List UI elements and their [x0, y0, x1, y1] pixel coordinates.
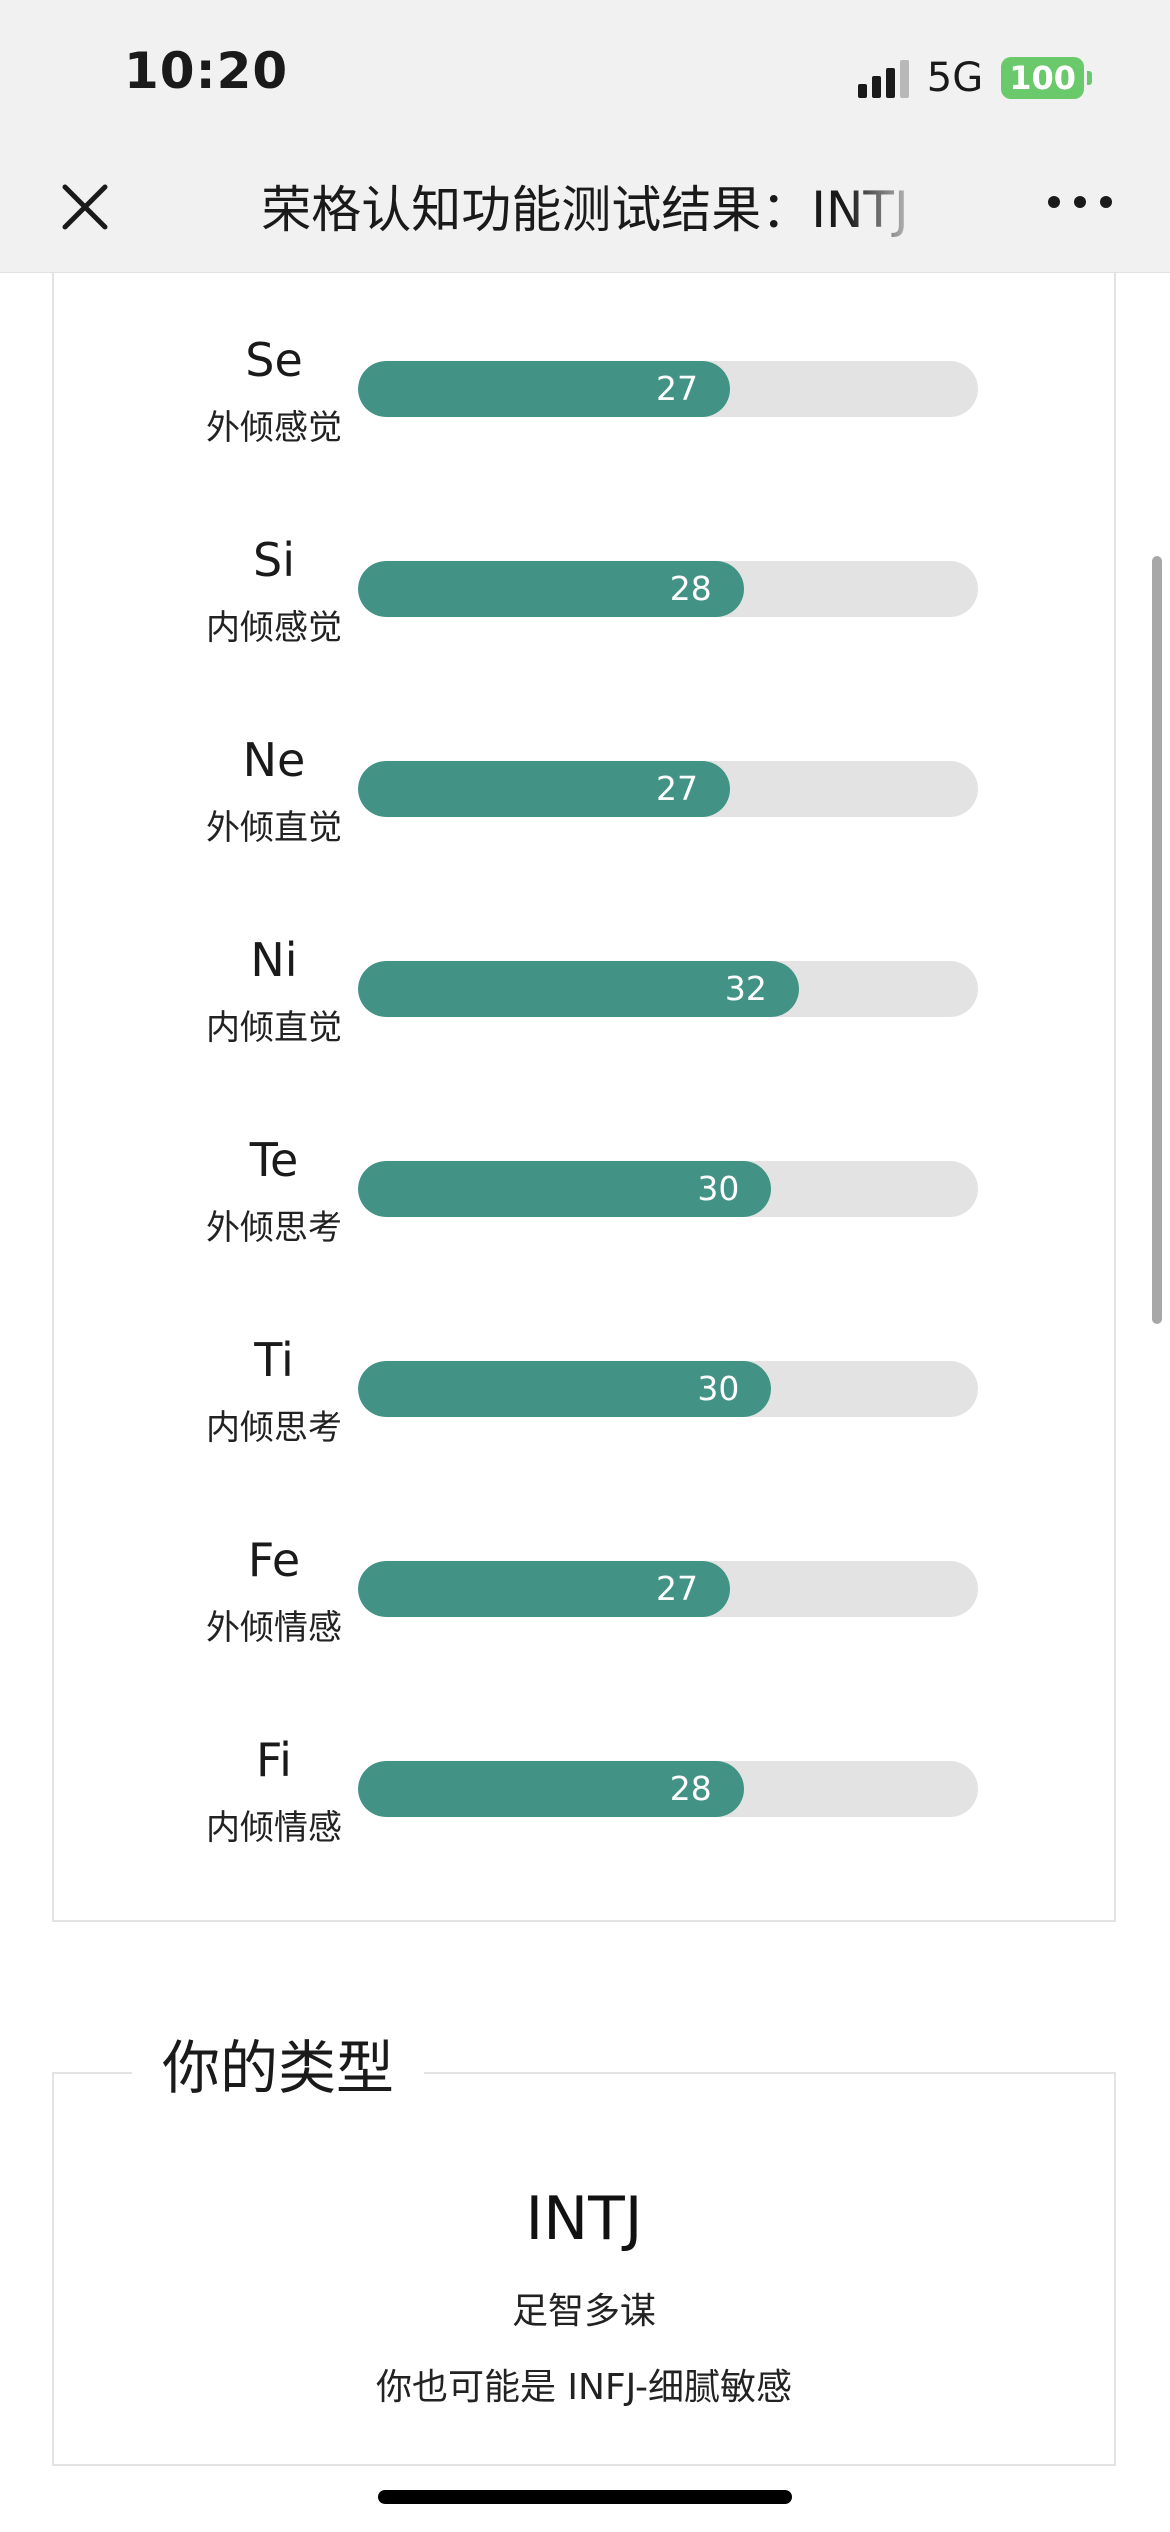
- function-name: 外倾感觉: [206, 408, 342, 448]
- page-title: 荣格认知功能测试结果：INTJ: [261, 181, 909, 239]
- score-value: 27: [656, 1569, 698, 1608]
- function-code: Ni: [250, 933, 298, 987]
- score-value: 32: [724, 969, 767, 1008]
- score-value: 28: [669, 1769, 712, 1808]
- score-bar-track: 30: [358, 1361, 978, 1417]
- function-code: Fi: [256, 1733, 292, 1787]
- function-code: Ne: [242, 733, 306, 787]
- signal-icon: [857, 58, 909, 98]
- battery-level: 100: [1001, 57, 1084, 99]
- score-row: Fe 外倾情感 27: [54, 1532, 1114, 1692]
- function-name: 内倾情感: [206, 1808, 342, 1848]
- battery-icon: 100: [1001, 57, 1092, 99]
- more-dot-icon: [1048, 196, 1060, 208]
- function-name: 内倾感觉: [206, 608, 342, 648]
- score-bar-fill: 28: [358, 561, 744, 617]
- score-bar-track: 27: [358, 1561, 978, 1617]
- score-bar-fill: 30: [358, 1161, 772, 1217]
- more-dot-icon: [1100, 196, 1112, 208]
- score-bar-track: 28: [358, 1761, 978, 1817]
- network-type: 5G: [926, 55, 984, 101]
- score-value: 28: [669, 569, 712, 608]
- score-value: 27: [656, 369, 698, 408]
- score-value: 27: [656, 769, 698, 808]
- function-code: Se: [245, 333, 303, 387]
- score-bar-track: 32: [358, 961, 978, 1017]
- status-indicators: 5G 100: [857, 54, 1092, 102]
- score-bar-track: 27: [358, 761, 978, 817]
- close-button[interactable]: [55, 177, 115, 237]
- type-card-title: 你的类型: [132, 2028, 425, 2108]
- type-alternative: 你也可能是 INFJ-细腻敏感: [375, 2367, 793, 2408]
- score-row: Se 外倾感觉 27: [54, 332, 1114, 492]
- scrollbar[interactable]: [1152, 556, 1162, 1324]
- type-code: INTJ: [525, 2184, 643, 2254]
- function-scores-card: Se 外倾感觉 27 Si 内倾感觉 28 Ne 外倾直觉 27 Ni 内倾直觉 32 Te 外倾思考 30…: [52, 250, 1116, 1922]
- more-dot-icon: [1074, 196, 1086, 208]
- score-bar-fill: 27: [358, 361, 730, 417]
- score-bar-track: 30: [358, 1161, 978, 1217]
- score-bar-track: 27: [358, 361, 978, 417]
- score-bar-fill: 27: [358, 1561, 730, 1617]
- score-row: Ti 内倾思考 30: [54, 1332, 1114, 1492]
- score-bar-fill: 30: [358, 1361, 772, 1417]
- score-row: Te 外倾思考 30: [54, 1132, 1114, 1292]
- header: 10:20 5G 100 荣格认知功能测试结果：INTJ: [0, 0, 1170, 273]
- score-row: Fi 内倾情感 28: [54, 1732, 1114, 1892]
- function-name: 外倾情感: [206, 1608, 342, 1648]
- function-code: Te: [249, 1133, 299, 1187]
- score-value: 30: [697, 1169, 740, 1208]
- score-value: 30: [697, 1369, 740, 1408]
- type-card: 你的类型 INTJ 足智多谋 你也可能是 INFJ-细腻敏感: [52, 2028, 1116, 2466]
- function-name: 内倾直觉: [206, 1008, 342, 1048]
- function-name: 内倾思考: [206, 1408, 342, 1448]
- score-bar-fill: 28: [358, 1761, 744, 1817]
- function-code: Fe: [247, 1533, 301, 1587]
- status-time: 10:20: [124, 42, 289, 100]
- score-bar-track: 28: [358, 561, 978, 617]
- type-nickname: 足智多谋: [511, 2291, 656, 2332]
- score-bar-fill: 32: [358, 961, 799, 1017]
- function-name: 外倾直觉: [206, 808, 342, 848]
- score-row: Ne 外倾直觉 27: [54, 732, 1114, 892]
- home-indicator[interactable]: [378, 2490, 792, 2504]
- function-code: Ti: [254, 1333, 294, 1387]
- score-row: Si 内倾感觉 28: [54, 532, 1114, 692]
- more-button[interactable]: [1048, 196, 1112, 208]
- score-bar-fill: 27: [358, 761, 730, 817]
- close-icon: [62, 184, 108, 230]
- score-row: Ni 内倾直觉 32: [54, 932, 1114, 1092]
- function-name: 外倾思考: [206, 1208, 342, 1248]
- function-code: Si: [253, 533, 295, 587]
